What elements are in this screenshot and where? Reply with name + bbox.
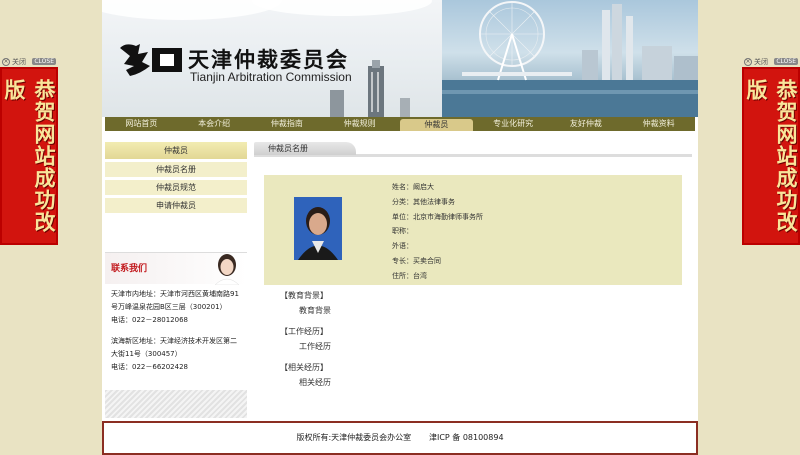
close-icon: ×	[744, 57, 752, 66]
profile-employer: 单位：北京市海勤律师事务所	[392, 212, 483, 221]
binhai-phone: 电话：022－66202428	[111, 363, 188, 371]
city-skyline-image	[442, 0, 698, 117]
arbitrator-profile-card: 姓名：阚启大 分类：其他法律事务 单位：北京市海勤律师事务所 职称： 外语： 专…	[264, 175, 682, 285]
education-heading: 【教育背景】	[280, 291, 328, 300]
ad-text: 恭贺网站成功改版	[2, 79, 57, 233]
work-body: 工作经历	[299, 342, 331, 351]
close-icon: ×	[2, 57, 10, 66]
arbitrator-photo	[294, 197, 342, 260]
nav-item-arbitrators[interactable]: 仲裁员	[400, 119, 473, 131]
profile-name: 姓名：阚启大	[392, 183, 434, 191]
profile-category: 分类：其他法律事务	[392, 197, 455, 206]
education-body: 教育背景	[299, 306, 331, 315]
right-side-ad[interactable]: × 关闭 CLOSE 恭贺网站成功改版	[742, 56, 800, 245]
contact-header: 联系我们	[105, 252, 247, 285]
ad-tag: CLOSE	[774, 58, 798, 65]
site-footer: 版权所有:天津仲裁委员会办公室 津ICP 备 08100894	[102, 421, 698, 455]
left-side-ad[interactable]: × 关闭 CLOSE 恭贺网站成功改版	[0, 56, 58, 245]
section-title: 仲裁员名册	[254, 142, 356, 155]
nav-item-friendly-arbitration[interactable]: 友好仲裁	[550, 117, 623, 131]
ad-close-button[interactable]: × 关闭	[2, 57, 26, 67]
profile-residence: 住所：台湾	[392, 271, 427, 280]
contact-title: 联系我们	[111, 264, 148, 274]
nav-item-rules[interactable]: 仲裁规则	[323, 117, 396, 131]
ad-tag: CLOSE	[32, 58, 56, 65]
profile-fields: 姓名：阚启大 分类：其他法律事务 单位：北京市海勤律师事务所 职称： 外语： 专…	[392, 180, 483, 284]
page-container: 天津仲裁委员会 Tianjin Arbitration Commission 网…	[102, 0, 698, 455]
nav-item-research[interactable]: 专业化研究	[477, 117, 550, 131]
city-address: 天津市内地址：天津市河西区黄埔南路91号万峰温泉花园B区三层（300201）	[111, 290, 239, 311]
ad-banner[interactable]: 恭贺网站成功改版	[0, 67, 58, 245]
profile-foreign-language: 外语：	[392, 242, 413, 251]
city-phone: 电话：022－28012068	[111, 316, 188, 324]
nav-item-guide[interactable]: 仲裁指南	[251, 117, 324, 131]
related-body: 相关经历	[299, 378, 331, 387]
arbitration-logo-icon	[120, 44, 182, 76]
sidebar: 仲裁员 仲裁员名册 仲裁员规范 申请仲裁员	[105, 142, 247, 213]
nav-item-materials[interactable]: 仲裁资料	[622, 117, 695, 131]
work-section: 【工作经历】 工作经历	[280, 324, 331, 354]
related-heading: 【相关经历】	[280, 363, 328, 372]
ad-close-bar: × 关闭 CLOSE	[0, 56, 58, 67]
profile-specialty: 专长：买卖合同	[392, 256, 441, 265]
sidebar-item-apply[interactable]: 申请仲裁员	[105, 198, 247, 213]
footer-copyright: 版权所有:天津仲裁委员会办公室	[296, 433, 412, 442]
binhai-address: 滨海新区地址：天津经济技术开发区第二大街11号（300457）	[111, 337, 237, 358]
sidebar-item-roster[interactable]: 仲裁员名册	[105, 162, 247, 177]
main-nav: 网站首页 本会介绍 仲裁指南 仲裁规则 仲裁员 专业化研究 友好仲裁 仲裁资料	[105, 117, 695, 131]
org-name-en: Tianjin Arbitration Commission	[190, 70, 352, 84]
contact-avatar-icon	[214, 254, 240, 285]
ad-banner[interactable]: 恭贺网站成功改版	[742, 67, 800, 245]
sidebar-heading: 仲裁员	[105, 142, 247, 159]
section-header: 仲裁员名册	[254, 142, 692, 157]
contact-info: 天津市内地址：天津市河西区黄埔南路91号万峰温泉花园B区三层（300201） 电…	[105, 284, 247, 386]
nav-item-home[interactable]: 网站首页	[105, 117, 178, 131]
footer-icp[interactable]: 津ICP 备 08100894	[429, 433, 504, 442]
ad-close-bar: × 关闭 CLOSE	[742, 56, 800, 67]
work-heading: 【工作经历】	[280, 327, 328, 336]
header-cloud	[252, 0, 432, 16]
education-section: 【教育背景】 教育背景	[280, 288, 331, 318]
sidebar-item-code[interactable]: 仲裁员规范	[105, 180, 247, 195]
contact-footer-pattern	[105, 390, 247, 418]
site-header: 天津仲裁委员会 Tianjin Arbitration Commission	[102, 0, 698, 117]
ad-close-label: 关闭	[12, 57, 26, 66]
ad-text: 恭贺网站成功改版	[744, 79, 799, 233]
nav-item-about[interactable]: 本会介绍	[178, 117, 251, 131]
ad-close-label: 关闭	[754, 57, 768, 66]
ad-close-button[interactable]: × 关闭	[744, 57, 768, 67]
profile-title: 职称：	[392, 227, 413, 236]
contact-box: 联系我们 天津市内地址：天津市河西区黄埔南路91号万峰温泉花园B区三层（3002…	[105, 252, 247, 418]
related-section: 【相关经历】 相关经历	[280, 360, 331, 390]
